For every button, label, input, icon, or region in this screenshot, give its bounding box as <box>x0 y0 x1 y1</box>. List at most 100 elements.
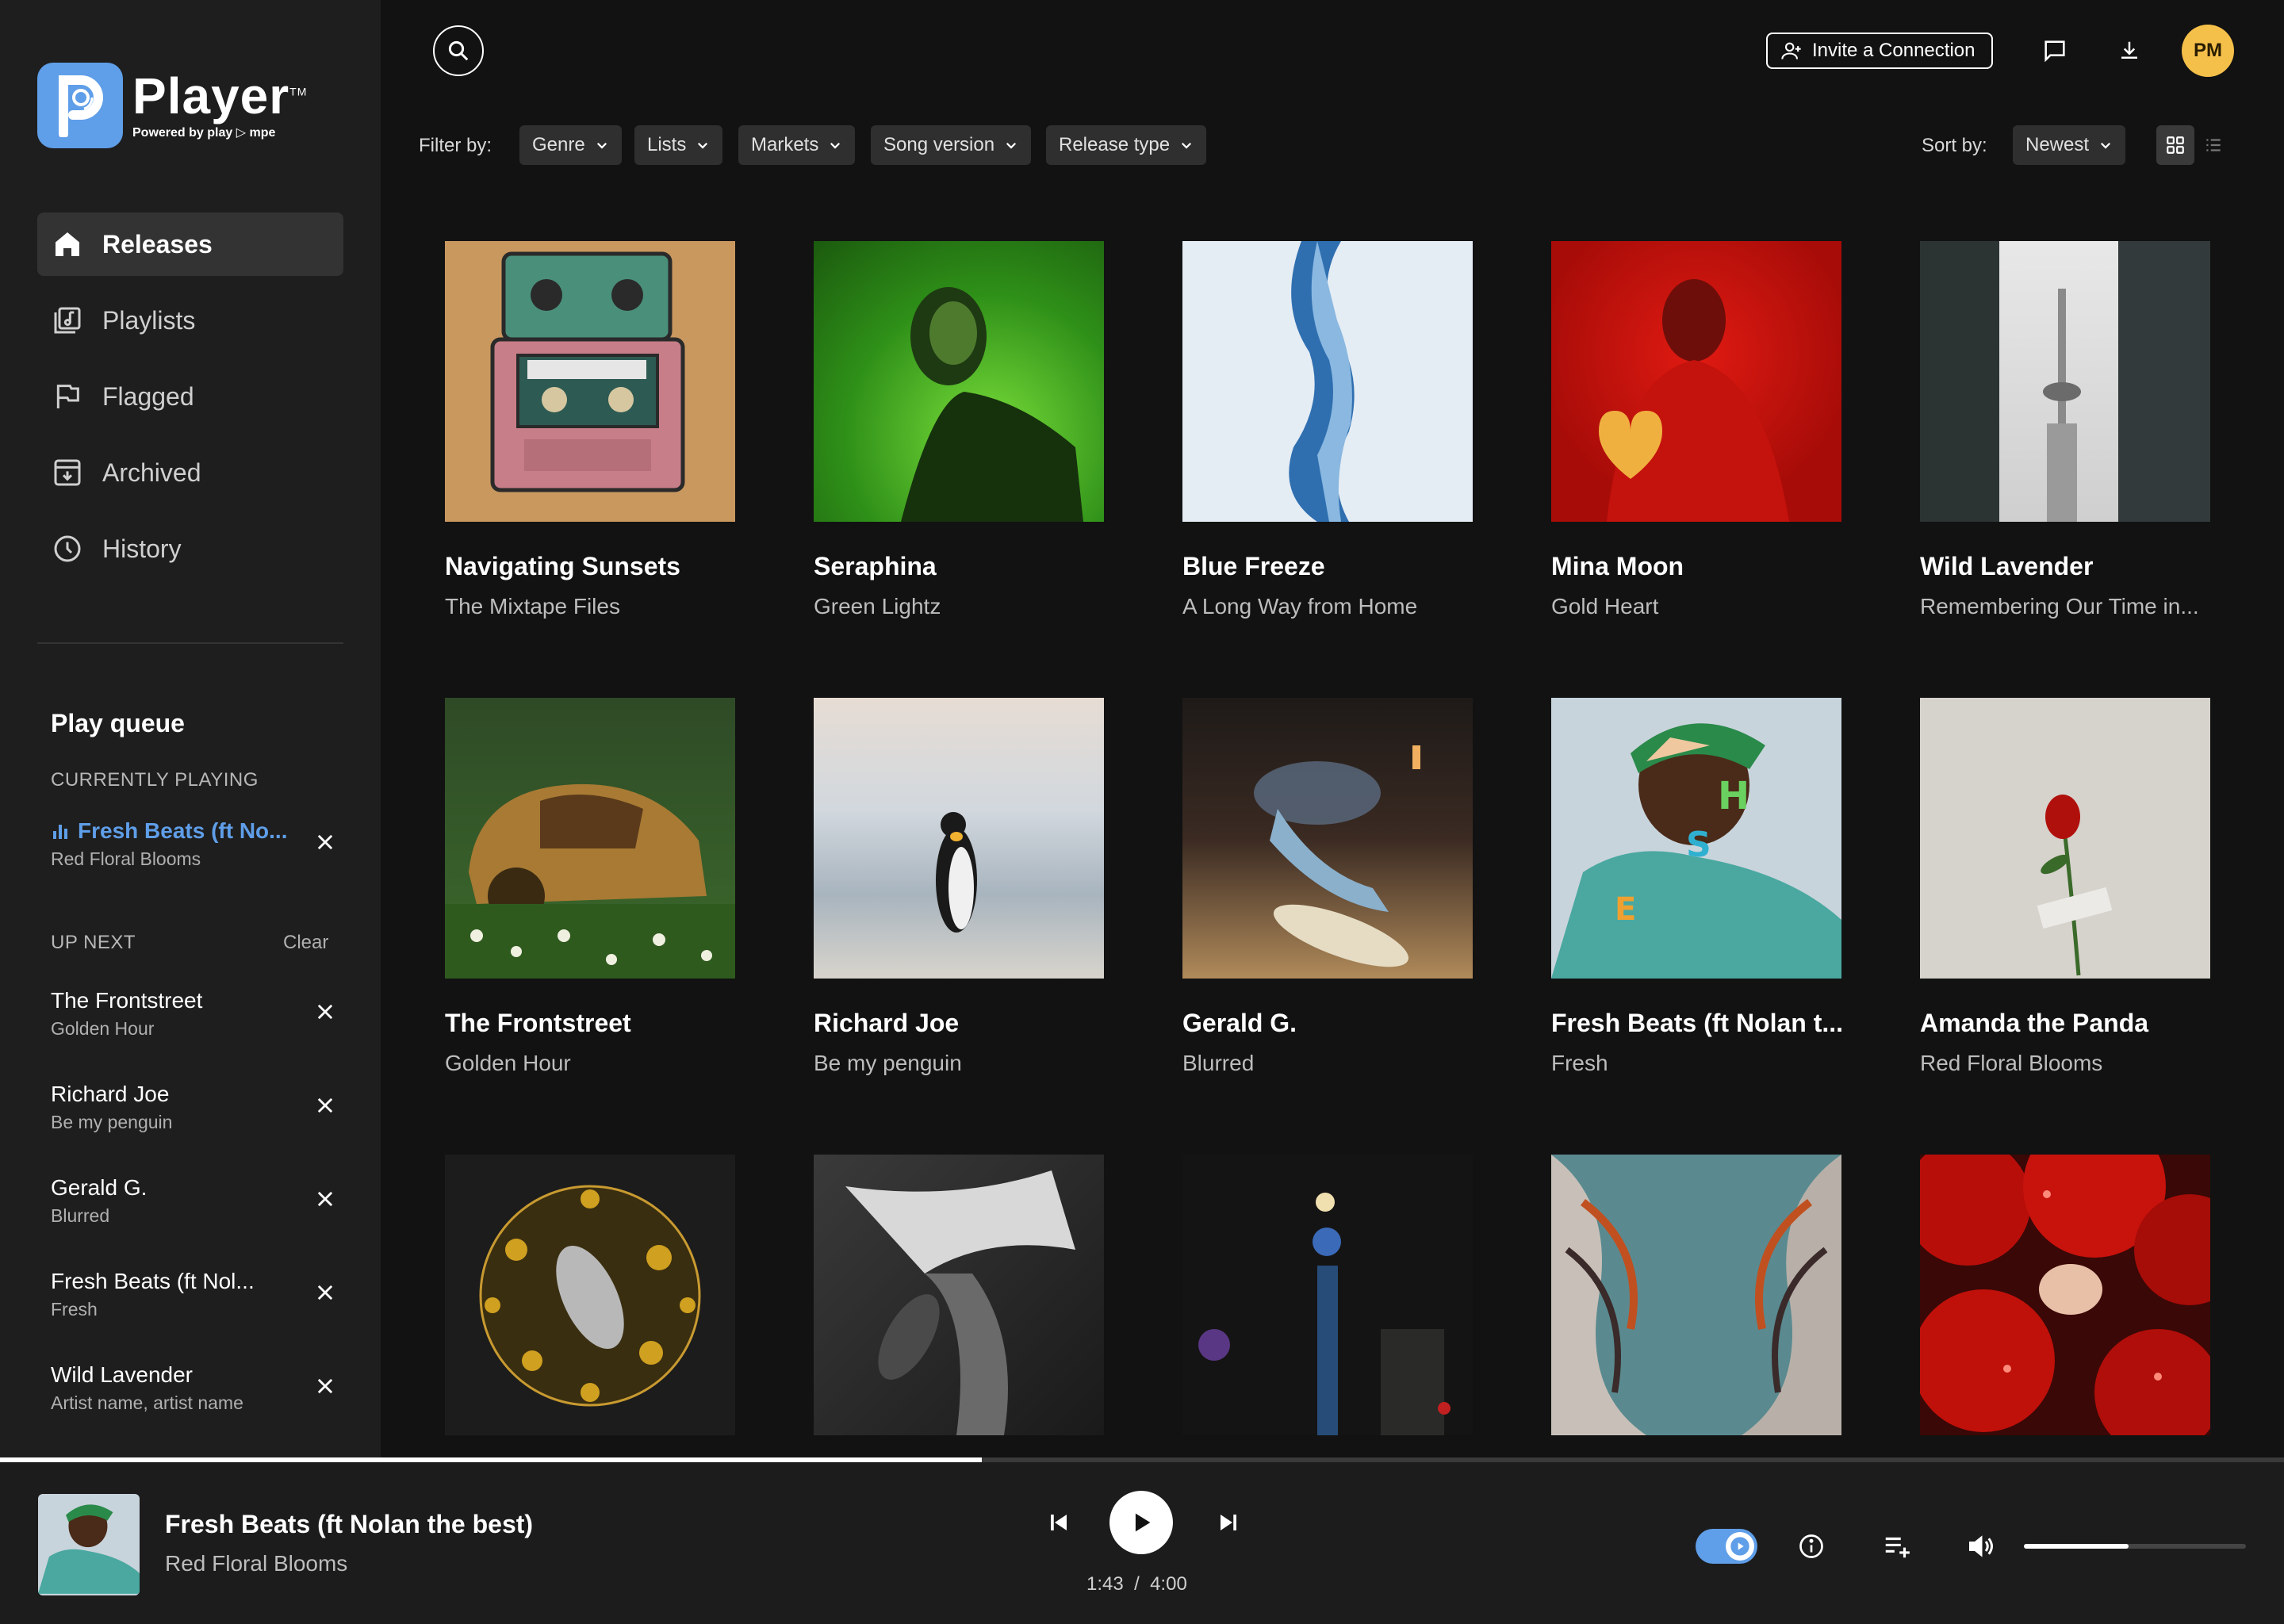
filter-markets[interactable]: Markets <box>738 125 856 165</box>
release-artist[interactable]: Red Floral Blooms <box>1920 1051 2210 1076</box>
release-title[interactable]: The Frontstreet <box>445 1009 735 1038</box>
release-title[interactable]: Blue Freeze <box>1182 552 1473 581</box>
volume-button[interactable] <box>1964 1530 1998 1562</box>
release-card[interactable]: Mina Moon Gold Heart <box>1551 241 1841 619</box>
sidebar-item-flagged[interactable]: Flagged <box>37 365 343 428</box>
downloads-button[interactable] <box>2113 35 2145 67</box>
release-title[interactable]: Richard Joe <box>814 1009 1104 1038</box>
sidebar-nav: Releases Playlists Flagged Archived Hist… <box>37 213 343 593</box>
add-to-queue-button[interactable] <box>1880 1530 1914 1562</box>
grid-view-button[interactable] <box>2156 125 2194 165</box>
release-artwork[interactable] <box>1920 698 2210 979</box>
release-card[interactable] <box>814 1155 1104 1478</box>
queue-item[interactable]: Fresh Beats (ft Nol... Fresh <box>51 1269 336 1320</box>
queue-item[interactable]: Gerald G. Blurred <box>51 1175 336 1227</box>
queue-item-title: Richard Joe <box>51 1082 170 1106</box>
search-button[interactable] <box>433 25 484 76</box>
release-artist[interactable]: Gold Heart <box>1551 594 1841 619</box>
release-card[interactable]: Navigating Sunsets The Mixtape Files <box>445 241 735 619</box>
release-card[interactable] <box>445 1155 735 1478</box>
release-artwork[interactable] <box>814 241 1104 522</box>
close-icon[interactable] <box>314 831 336 853</box>
queue-item[interactable]: Wild Lavender Artist name, artist name <box>51 1362 336 1414</box>
sidebar-item-releases[interactable]: Releases <box>37 213 343 276</box>
brand-logo[interactable]: PlayerTM Powered by play ▷ mpe <box>37 63 307 148</box>
main-content: Invite a Connection PM Filter by: Genre … <box>381 0 2284 1459</box>
release-title[interactable]: Wild Lavender <box>1920 552 2210 581</box>
release-artist[interactable]: Blurred <box>1182 1051 1473 1076</box>
info-button[interactable] <box>1795 1530 1827 1562</box>
release-card[interactable]: Blue Freeze A Long Way from Home <box>1182 241 1473 619</box>
release-artwork[interactable] <box>1182 1155 1473 1435</box>
release-card[interactable]: Amanda the Panda Red Floral Blooms <box>1920 698 2210 1076</box>
release-artwork[interactable] <box>1551 241 1841 522</box>
release-card[interactable] <box>1920 1155 2210 1478</box>
list-view-button[interactable] <box>2194 125 2232 165</box>
filter-genre[interactable]: Genre <box>519 125 622 165</box>
release-artwork[interactable] <box>1551 1155 1841 1435</box>
next-button[interactable] <box>1213 1507 1244 1538</box>
release-artwork[interactable] <box>1920 1155 2210 1435</box>
queue-current-item[interactable]: Fresh Beats (ft No... Red Floral Blooms <box>51 818 336 870</box>
release-artwork[interactable] <box>445 241 735 522</box>
sidebar-item-archived[interactable]: Archived <box>37 441 343 504</box>
autoplay-toggle[interactable] <box>1696 1529 1757 1564</box>
sidebar-item-playlists[interactable]: Playlists <box>37 289 343 352</box>
release-title[interactable]: Seraphina <box>814 552 1104 581</box>
release-artist[interactable]: Be my penguin <box>814 1051 1104 1076</box>
filter-lists[interactable]: Lists <box>634 125 723 165</box>
close-icon[interactable] <box>314 1188 336 1210</box>
release-artist[interactable]: A Long Way from Home <box>1182 594 1473 619</box>
filter-song-version[interactable]: Song version <box>871 125 1032 165</box>
avatar[interactable]: PM <box>2182 25 2234 77</box>
now-playing-title[interactable]: Fresh Beats (ft Nolan the best) <box>165 1510 533 1539</box>
release-title[interactable]: Gerald G. <box>1182 1009 1473 1038</box>
clear-queue-button[interactable]: Clear <box>283 932 328 954</box>
release-title[interactable]: Amanda the Panda <box>1920 1009 2210 1038</box>
release-artwork[interactable] <box>445 1155 735 1435</box>
close-icon[interactable] <box>314 1001 336 1023</box>
release-title[interactable]: Fresh Beats (ft Nolan t... <box>1551 1009 1841 1038</box>
queue-item[interactable]: Richard Joe Be my penguin <box>51 1082 336 1133</box>
release-card[interactable] <box>1182 1155 1473 1478</box>
invite-connection-button[interactable]: Invite a Connection <box>1766 33 1993 69</box>
previous-button[interactable] <box>1043 1507 1075 1538</box>
release-artwork[interactable]: HS E <box>1551 698 1841 979</box>
release-title[interactable]: Navigating Sunsets <box>445 552 735 581</box>
play-button[interactable] <box>1109 1491 1173 1554</box>
release-card[interactable]: HS E Fresh Beats (ft Nolan t... Fresh <box>1551 698 1841 1076</box>
release-artwork[interactable] <box>814 698 1104 979</box>
release-card[interactable]: Wild Lavender Remembering Our Time in... <box>1920 241 2210 619</box>
release-artwork[interactable] <box>445 698 735 979</box>
queue-item[interactable]: The Frontstreet Golden Hour <box>51 988 336 1040</box>
queue-item-title: Gerald G. <box>51 1175 148 1200</box>
release-artist[interactable]: Green Lightz <box>814 594 1104 619</box>
chevron-down-icon <box>596 142 607 149</box>
filter-release-type[interactable]: Release type <box>1046 125 1207 165</box>
close-icon[interactable] <box>314 1375 336 1397</box>
release-artist[interactable]: Fresh <box>1551 1051 1841 1076</box>
release-title[interactable]: Mina Moon <box>1551 552 1841 581</box>
close-icon[interactable] <box>314 1281 336 1304</box>
release-artist[interactable]: Golden Hour <box>445 1051 735 1076</box>
now-playing-artwork[interactable] <box>38 1494 140 1595</box>
release-card[interactable]: Seraphina Green Lightz <box>814 241 1104 619</box>
messages-button[interactable] <box>2039 35 2071 67</box>
volume-slider[interactable] <box>2024 1544 2246 1549</box>
up-next-label: UP NEXT <box>51 932 136 953</box>
release-artwork[interactable] <box>1182 698 1473 979</box>
sidebar-item-history[interactable]: History <box>37 517 343 580</box>
release-artwork[interactable] <box>814 1155 1104 1435</box>
player-bar: Fresh Beats (ft Nolan the best) Red Flor… <box>0 1462 2284 1624</box>
release-artist[interactable]: The Mixtape Files <box>445 594 735 619</box>
release-card[interactable]: Richard Joe Be my penguin <box>814 698 1104 1076</box>
release-artwork[interactable] <box>1182 241 1473 522</box>
release-card[interactable]: Gerald G. Blurred <box>1182 698 1473 1076</box>
sort-select[interactable]: Newest <box>2013 125 2126 165</box>
now-playing-artist[interactable]: Red Floral Blooms <box>165 1551 347 1576</box>
release-artwork[interactable] <box>1920 241 2210 522</box>
release-artist[interactable]: Remembering Our Time in... <box>1920 594 2210 619</box>
release-card[interactable] <box>1551 1155 1841 1478</box>
close-icon[interactable] <box>314 1094 336 1116</box>
release-card[interactable]: The Frontstreet Golden Hour <box>445 698 735 1076</box>
